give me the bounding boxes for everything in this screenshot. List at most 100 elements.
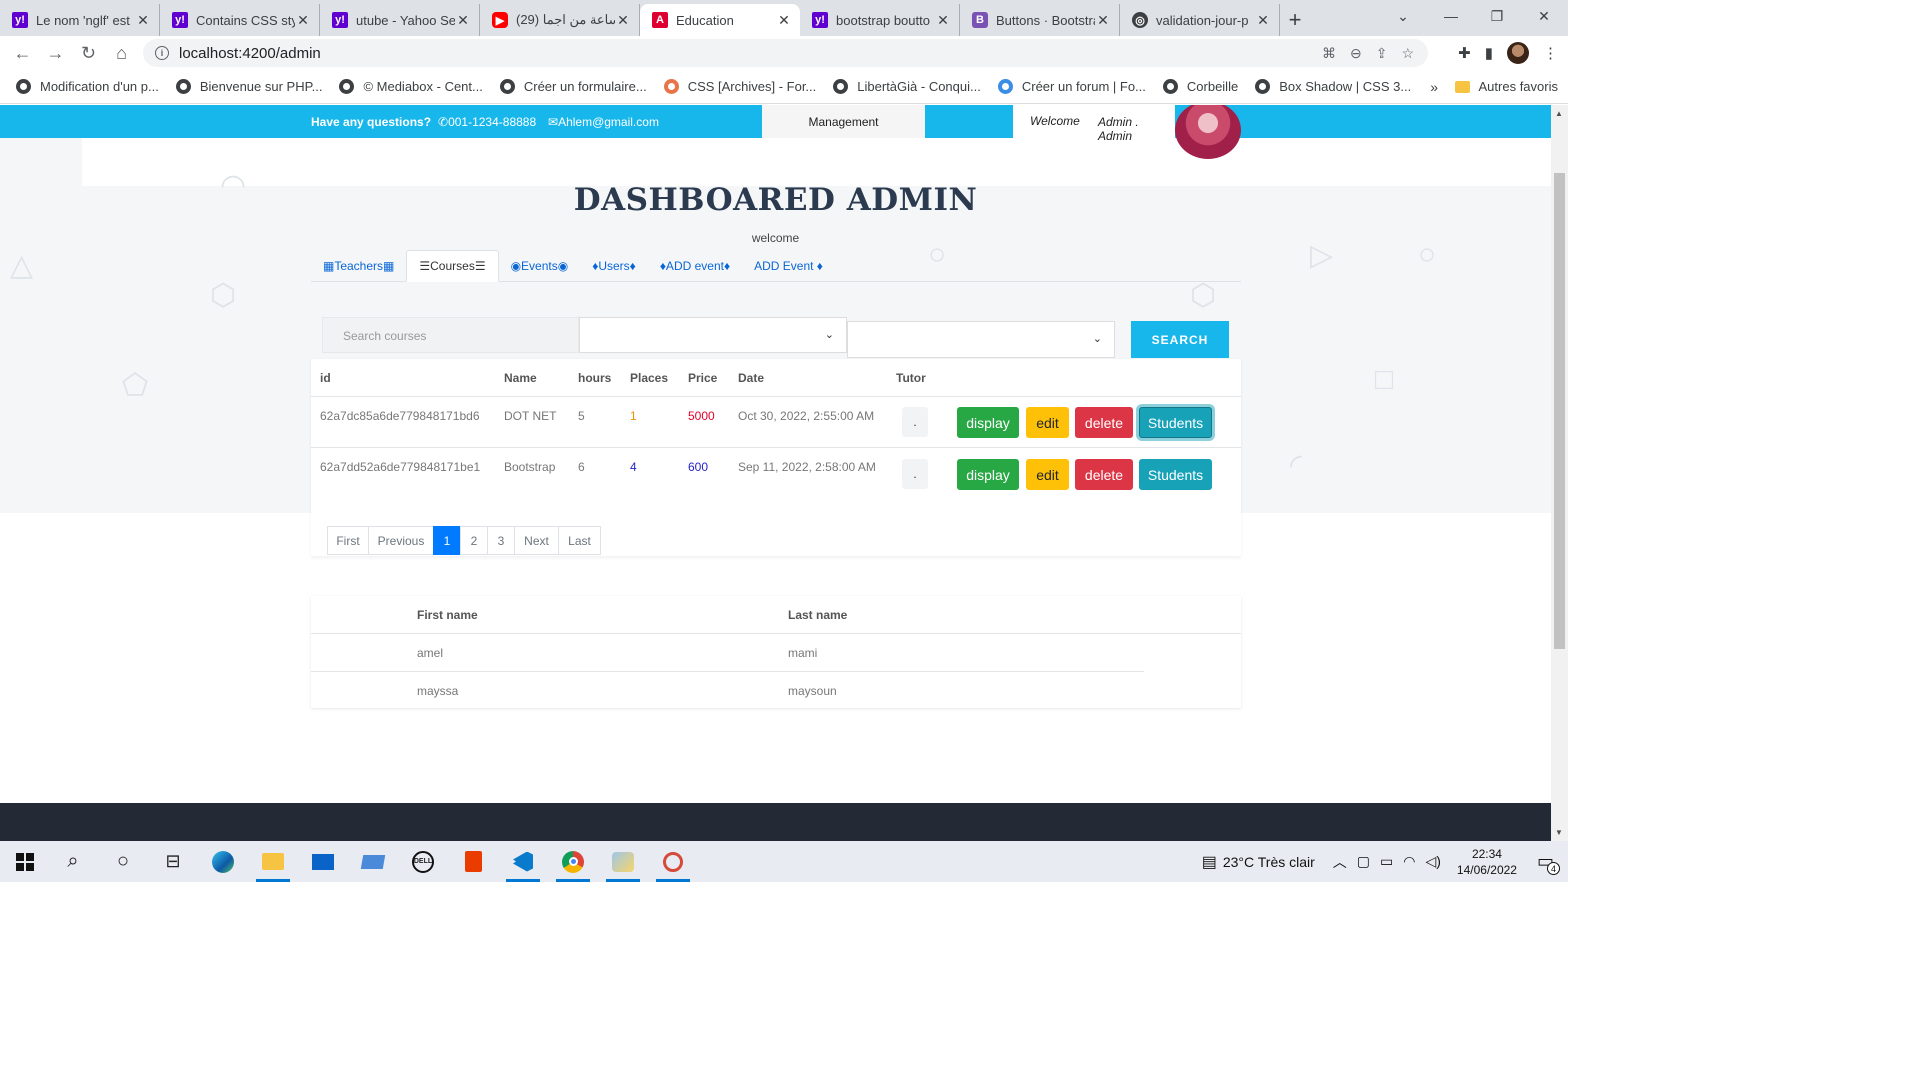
chevron-up-icon[interactable]: ︿: [1333, 852, 1347, 872]
home-icon[interactable]: ⌂: [105, 38, 138, 68]
translate-icon[interactable]: ⌘: [1322, 45, 1336, 62]
bookmark-item[interactable]: LibertàGià - Conqui...: [833, 79, 981, 94]
browser-tab-4[interactable]: A Education ✕: [640, 4, 800, 36]
close-icon[interactable]: ✕: [295, 12, 311, 29]
dell-icon[interactable]: DELL: [398, 841, 448, 882]
site-info-icon[interactable]: i: [155, 46, 169, 60]
clock[interactable]: 22:34 14/06/2022: [1457, 846, 1517, 878]
tab-search-icon[interactable]: ⌄: [1380, 0, 1426, 32]
restore-icon[interactable]: ❐: [1474, 0, 1520, 32]
edit-button[interactable]: edit: [1026, 459, 1069, 490]
browser-tab-2[interactable]: y! utube - Yahoo Se ✕: [320, 4, 480, 36]
chrome-icon[interactable]: [548, 841, 598, 882]
vscode-icon[interactable]: [498, 841, 548, 882]
scroll-down-icon[interactable]: ▼: [1555, 828, 1563, 837]
share-icon[interactable]: ⇪: [1376, 45, 1388, 62]
reload-icon[interactable]: ↻: [72, 38, 105, 68]
page-scrollbar[interactable]: ▲ ▼: [1551, 105, 1568, 841]
search-button[interactable]: SEARCH: [1131, 321, 1229, 358]
tab-events[interactable]: ◉Events◉: [499, 250, 581, 282]
forward-icon[interactable]: →: [39, 38, 72, 68]
address-bar[interactable]: i localhost:4200/admin ⌘ ⊖ ⇪ ☆: [143, 39, 1428, 67]
profile-avatar[interactable]: [1507, 42, 1529, 64]
office-icon[interactable]: [448, 841, 498, 882]
file-explorer-icon[interactable]: [248, 841, 298, 882]
scroll-thumb[interactable]: [1554, 173, 1565, 649]
browser-tab-7[interactable]: ◎ validation-jour-p ✕: [1120, 4, 1280, 36]
zoom-icon[interactable]: ⊖: [1350, 45, 1362, 62]
delete-button[interactable]: delete: [1075, 459, 1133, 490]
task-view-icon[interactable]: ⊟: [148, 841, 198, 882]
other-bookmarks-folder[interactable]: Autres favoris: [1454, 79, 1558, 94]
filter-select-2[interactable]: ⌄: [847, 321, 1115, 358]
students-button[interactable]: Students: [1139, 459, 1212, 490]
browser-tab-5[interactable]: y! bootstrap boutto ✕: [800, 4, 960, 36]
bookmark-item[interactable]: Corbeille: [1162, 79, 1238, 94]
cortana-icon[interactable]: ○: [98, 841, 148, 882]
browser-tab-1[interactable]: y! Contains CSS styl ✕: [160, 4, 320, 36]
management-link[interactable]: Management: [762, 105, 925, 138]
scroll-up-icon[interactable]: ▲: [1555, 109, 1563, 118]
star-icon[interactable]: ☆: [1401, 45, 1414, 62]
page-2[interactable]: 2: [460, 526, 488, 555]
bookmark-item[interactable]: Créer un formulaire...: [499, 79, 647, 94]
minimize-icon[interactable]: —: [1428, 0, 1474, 32]
close-icon[interactable]: ✕: [1095, 12, 1111, 29]
bookmark-item[interactable]: Bienvenue sur PHP...: [175, 79, 322, 94]
email-link[interactable]: ✉Ahlem@gmail.com: [548, 115, 659, 129]
bookmark-item[interactable]: Box Shadow | CSS 3...: [1255, 79, 1411, 94]
page-1[interactable]: 1: [433, 526, 461, 555]
browser-tab-3[interactable]: ▶ (29) ساعة من اجما ✕: [480, 4, 640, 36]
close-icon[interactable]: ✕: [1255, 12, 1271, 29]
tab-courses[interactable]: ☰Courses☰: [406, 250, 499, 282]
bookmark-item[interactable]: Modification d'un p...: [16, 79, 159, 94]
filter-select-1[interactable]: ⌄: [579, 317, 847, 353]
close-icon[interactable]: ✕: [615, 12, 631, 29]
phone-link[interactable]: ✆001-1234-88888: [438, 115, 536, 129]
page-first[interactable]: First: [327, 526, 369, 555]
search-icon[interactable]: ⌕: [48, 841, 98, 882]
page-3[interactable]: 3: [487, 526, 515, 555]
close-icon[interactable]: ✕: [455, 12, 471, 29]
bookmark-item[interactable]: © Mediabox - Cent...: [339, 79, 483, 94]
tab-users[interactable]: ♦Users♦: [580, 250, 648, 282]
app-icon[interactable]: [648, 841, 698, 882]
notifications-icon[interactable]: ▭ 4: [1537, 851, 1560, 875]
close-icon[interactable]: ✕: [135, 12, 151, 29]
more-bookmarks-button[interactable]: »: [1430, 79, 1438, 95]
edge-icon[interactable]: [198, 841, 248, 882]
tab-add-event[interactable]: ♦ADD event♦: [648, 250, 742, 282]
edit-button[interactable]: edit: [1026, 407, 1069, 438]
extensions-icon[interactable]: ✚: [1458, 44, 1471, 62]
laptop-icon[interactable]: [348, 841, 398, 882]
bookmark-item[interactable]: Créer un forum | Fo...: [997, 79, 1146, 94]
paint-icon[interactable]: [598, 841, 648, 882]
mail-icon[interactable]: [298, 841, 348, 882]
delete-button[interactable]: delete: [1075, 407, 1133, 438]
bookmark-item[interactable]: CSS [Archives] - For...: [663, 79, 816, 94]
volume-icon[interactable]: ◁): [1425, 853, 1440, 870]
battery-icon[interactable]: ▭: [1380, 853, 1393, 870]
page-previous[interactable]: Previous: [368, 526, 434, 555]
students-button[interactable]: Students: [1139, 407, 1212, 438]
close-icon[interactable]: ✕: [935, 12, 951, 29]
display-button[interactable]: display: [957, 407, 1019, 438]
side-panel-icon[interactable]: ▮: [1485, 44, 1493, 62]
display-button[interactable]: display: [957, 459, 1019, 490]
weather-text[interactable]: 23°C Très clair: [1223, 854, 1315, 870]
page-next[interactable]: Next: [514, 526, 559, 555]
window-close-icon[interactable]: ✕: [1521, 0, 1567, 32]
search-input[interactable]: Search courses: [322, 317, 579, 353]
menu-icon[interactable]: ⋮: [1543, 44, 1558, 62]
meet-icon[interactable]: ▢: [1357, 853, 1370, 870]
windows-start-icon[interactable]: [0, 841, 50, 882]
tab-add-event-2[interactable]: ADD Event ♦: [742, 250, 835, 282]
browser-tab-0[interactable]: y! Le nom 'nglf' est ✕: [0, 4, 160, 36]
page-last[interactable]: Last: [558, 526, 601, 555]
new-tab-button[interactable]: +: [1280, 4, 1310, 36]
close-icon[interactable]: ✕: [776, 12, 792, 29]
browser-tab-6[interactable]: B Buttons · Bootstra ✕: [960, 4, 1120, 36]
wifi-icon[interactable]: ◠: [1403, 853, 1415, 870]
tab-teachers[interactable]: ▦Teachers▦: [311, 250, 406, 282]
back-icon[interactable]: ←: [6, 38, 39, 68]
